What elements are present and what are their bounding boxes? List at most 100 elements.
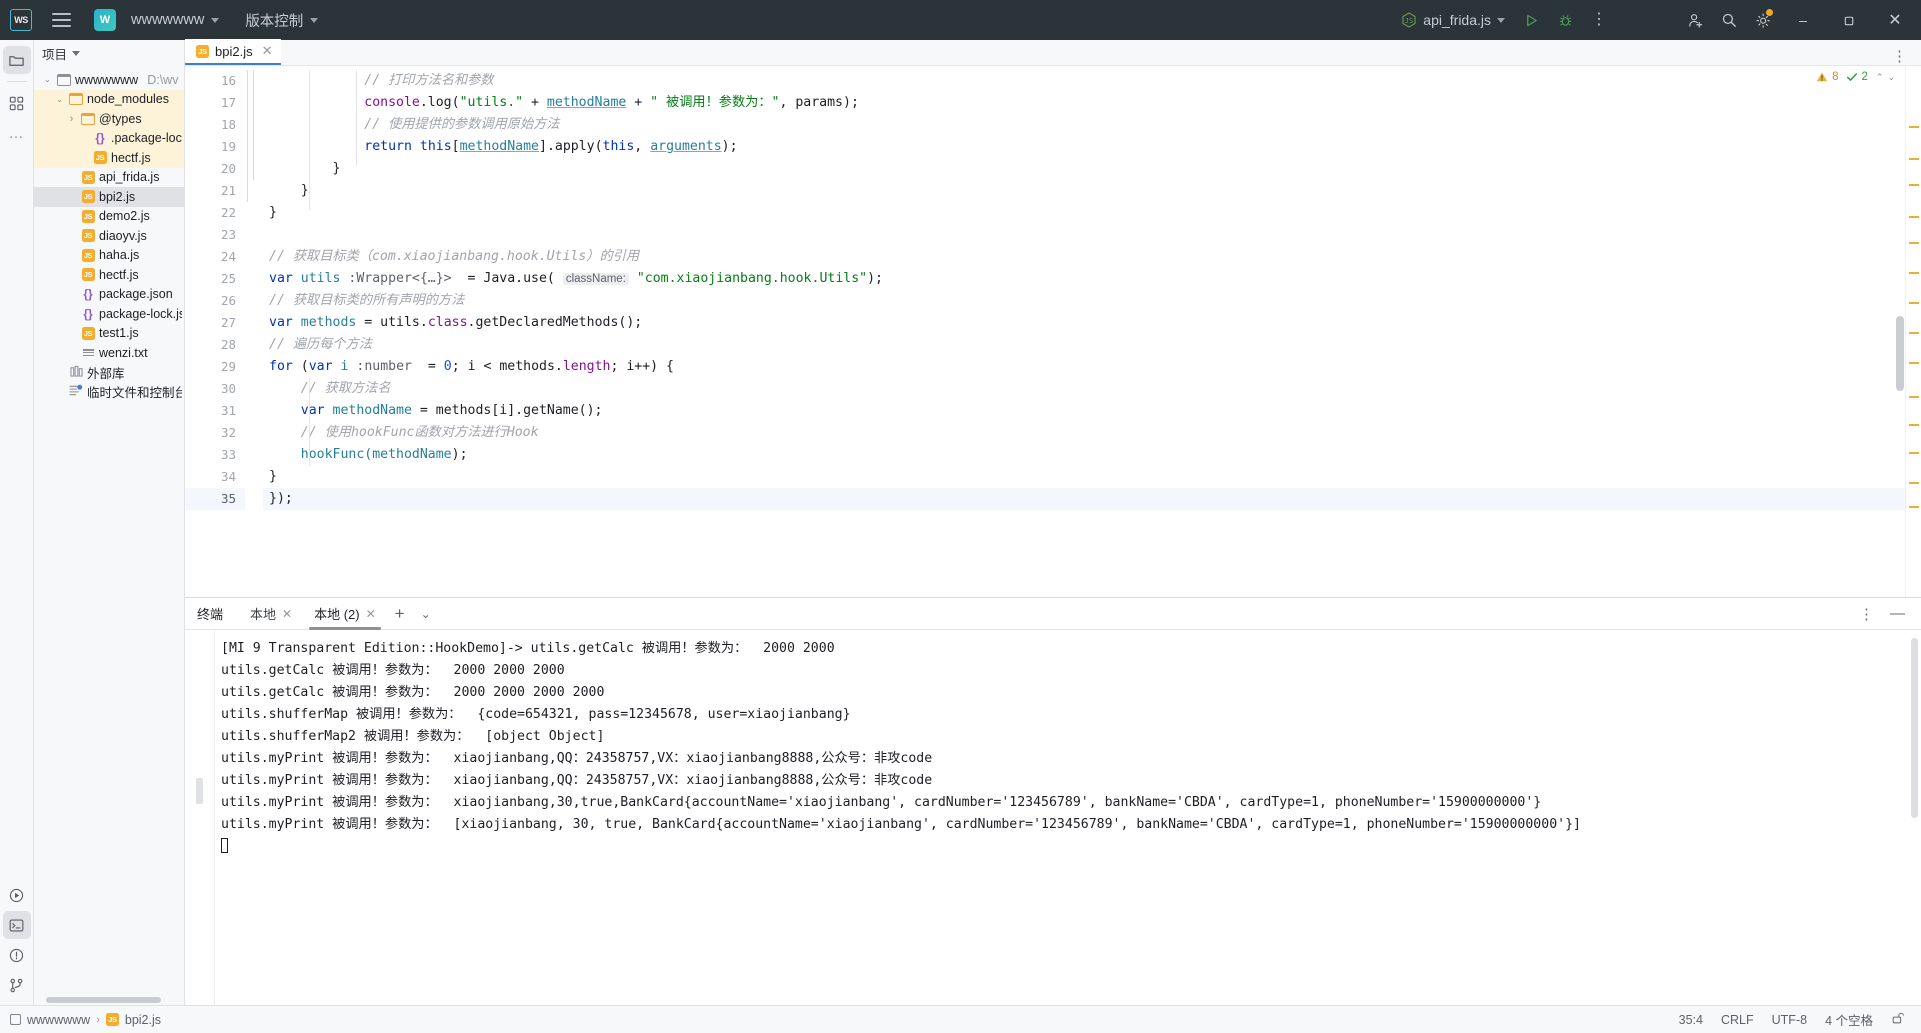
indent-setting[interactable]: 4 个空格 xyxy=(1825,1010,1873,1029)
inspection-marker[interactable] xyxy=(1909,452,1919,454)
chevron-down-icon[interactable]: ⌄ xyxy=(54,95,65,104)
inspection-marker[interactable] xyxy=(1909,272,1919,274)
code-text-area[interactable]: // 打印方法名和参数 console.log("utils." + metho… xyxy=(263,66,1905,597)
caret-position[interactable]: 35:4 xyxy=(1679,1013,1703,1027)
file-encoding[interactable]: UTF-8 xyxy=(1772,1013,1807,1027)
minimize-button[interactable]: – xyxy=(1781,0,1825,40)
code-line[interactable] xyxy=(263,224,1905,246)
project-selector[interactable]: W wwwwwww xyxy=(86,5,227,35)
code-line[interactable]: // 使用提供的参数调用原始方法 xyxy=(263,114,1905,136)
code-line[interactable]: // 获取目标类的所有声明的方法 xyxy=(263,290,1905,312)
close-terminal-tab-icon[interactable]: ✕ xyxy=(366,607,376,621)
new-terminal-button[interactable]: + xyxy=(387,604,413,624)
vcs-tool-button[interactable] xyxy=(3,971,31,999)
terminal-output[interactable]: [MI 9 Transparent Edition::HookDemo]-> u… xyxy=(185,630,1921,1005)
tree-item-api-frida-js[interactable]: JS api_frida.js xyxy=(34,168,184,188)
inspection-marker[interactable] xyxy=(1909,362,1919,364)
inspection-marker[interactable] xyxy=(1909,302,1919,304)
code-line[interactable]: } xyxy=(263,466,1905,488)
chevron-down-icon[interactable]: ⌄ xyxy=(42,75,53,84)
main-menu-icon[interactable] xyxy=(44,5,78,35)
line-separator[interactable]: CRLF xyxy=(1721,1013,1754,1027)
run-configuration-selector[interactable]: JS api_frida.js xyxy=(1393,8,1513,32)
terminal-prompt-caret[interactable] xyxy=(221,836,1921,858)
debug-button[interactable] xyxy=(1549,5,1581,35)
inspection-marker[interactable] xyxy=(1909,216,1919,218)
code-line[interactable]: } xyxy=(263,202,1905,224)
editor-options-icon[interactable]: ⋮ xyxy=(1886,47,1913,65)
settings-button[interactable] xyxy=(1747,5,1779,35)
inspection-marker[interactable] xyxy=(1909,506,1919,508)
project-panel-header[interactable]: 项目 xyxy=(34,40,184,66)
inspection-marker[interactable] xyxy=(1909,332,1919,334)
tree-item--types[interactable]: › @types xyxy=(34,109,184,129)
code-line[interactable]: // 使用hookFunc函数对方法进行Hook xyxy=(263,422,1905,444)
code-line[interactable]: var methods = utils.class.getDeclaredMet… xyxy=(263,312,1905,334)
code-line[interactable]: // 打印方法名和参数 xyxy=(263,70,1905,92)
run-tool-button[interactable] xyxy=(3,881,31,909)
code-line[interactable]: hookFunc(methodName); xyxy=(263,444,1905,466)
close-button[interactable]: ✕ xyxy=(1873,0,1917,40)
search-button[interactable] xyxy=(1713,5,1745,35)
code-line[interactable]: } xyxy=(263,180,1905,202)
inspection-widget[interactable]: 8 2 ⌃ ⌄ xyxy=(1816,71,1895,83)
terminal-scrollbar[interactable] xyxy=(1911,638,1918,818)
tree-item-diaoyv-js[interactable]: JS diaoyv.js xyxy=(34,226,184,246)
terminal-minimize-icon[interactable]: — xyxy=(1884,605,1911,622)
tree-item-hectf-js[interactable]: JS hectf.js xyxy=(34,265,184,285)
more-actions-button[interactable]: ⋮ xyxy=(1583,5,1615,35)
code-folding-column[interactable] xyxy=(245,66,263,597)
breadcrumb[interactable]: wwwwwww › JS bpi2.js xyxy=(10,1013,161,1027)
code-line[interactable]: var utils :Wrapper<{…}> = Java.use( clas… xyxy=(263,268,1905,290)
inspection-marker[interactable] xyxy=(1909,482,1919,484)
code-line[interactable]: return this[methodName].apply(this, argu… xyxy=(263,136,1905,158)
terminal-options-icon[interactable]: ⋮ xyxy=(1853,605,1880,623)
tree-item--[interactable]: 临时文件和控制台 xyxy=(34,382,184,402)
code-line[interactable]: }); xyxy=(263,488,1905,510)
terminal-tab-local-1[interactable]: 本地 ✕ xyxy=(239,598,303,630)
inspection-marker[interactable] xyxy=(1909,242,1919,244)
run-button[interactable] xyxy=(1515,5,1547,35)
chevron-right-icon[interactable]: › xyxy=(66,113,77,125)
structure-tool-button[interactable] xyxy=(3,89,31,117)
terminal-tab-local-2[interactable]: 本地 (2) ✕ xyxy=(303,598,387,630)
code-line[interactable]: } xyxy=(263,158,1905,180)
tree-item-package-json[interactable]: {} package.json xyxy=(34,285,184,305)
tree-item-haha-js[interactable]: JS haha.js xyxy=(34,246,184,266)
tree-item-package-lock-jso[interactable]: {} package-lock.jso xyxy=(34,304,184,324)
tree-item-hectf-js[interactable]: JS hectf.js xyxy=(34,148,184,168)
tree-item--[interactable]: 外部库 xyxy=(34,363,184,383)
terminal-dropdown-icon[interactable]: ⌄ xyxy=(413,607,439,621)
code-line[interactable]: // 获取方法名 xyxy=(263,378,1905,400)
project-file-tree[interactable]: ⌄ wwwwwww D:\wv ⌄ node_modules › @types {} .pack… xyxy=(34,66,184,1005)
inspection-marker[interactable] xyxy=(1909,158,1919,160)
inspection-next-icon[interactable]: ⌄ xyxy=(1887,72,1895,83)
maximize-button[interactable] xyxy=(1827,0,1871,40)
tree-item-node-modules[interactable]: ⌄ node_modules xyxy=(34,89,184,109)
tree-item-demo2-js[interactable]: JS demo2.js xyxy=(34,207,184,227)
add-account-button[interactable] xyxy=(1679,5,1711,35)
inspection-marker[interactable] xyxy=(1909,424,1919,426)
inspection-prev-icon[interactable]: ⌃ xyxy=(1876,72,1884,83)
more-tools-button[interactable]: … xyxy=(3,119,31,147)
tree-item-bpi2-js[interactable]: JS bpi2.js xyxy=(34,187,184,207)
vcs-menu[interactable]: 版本控制 xyxy=(237,6,326,35)
code-editor[interactable]: 8 2 ⌃ ⌄ 16 17 18 19 20 21 22 23 24 25 26 27 28 29 30 31… xyxy=(185,66,1921,597)
close-tab-icon[interactable]: ✕ xyxy=(262,43,273,59)
close-terminal-tab-icon[interactable]: ✕ xyxy=(282,607,292,621)
unlocked-icon[interactable] xyxy=(1891,1011,1905,1028)
inspection-marker[interactable] xyxy=(1909,396,1919,398)
inspection-marker[interactable] xyxy=(1909,126,1919,128)
tree-item-wwwwwww[interactable]: ⌄ wwwwwww D:\wv xyxy=(34,70,184,90)
project-tool-button[interactable] xyxy=(2,46,31,74)
code-line[interactable]: var methodName = methods[i].getName(); xyxy=(263,400,1905,422)
code-line[interactable]: // 获取目标类（com.xiaojianbang.hook.Utils）的引用 xyxy=(263,246,1905,268)
code-line[interactable]: // 遍历每个方法 xyxy=(263,334,1905,356)
inspection-marker[interactable] xyxy=(1909,184,1919,186)
tree-item--package-loc[interactable]: {} .package-loc xyxy=(34,128,184,148)
editor-marker-bar[interactable] xyxy=(1905,66,1921,597)
editor-vertical-scrollbar[interactable] xyxy=(1896,316,1904,391)
tree-item-wenzi-txt[interactable]: wenzi.txt xyxy=(34,343,184,363)
tree-item-test1-js[interactable]: JS test1.js xyxy=(34,324,184,344)
terminal-tool-button[interactable] xyxy=(2,911,31,939)
